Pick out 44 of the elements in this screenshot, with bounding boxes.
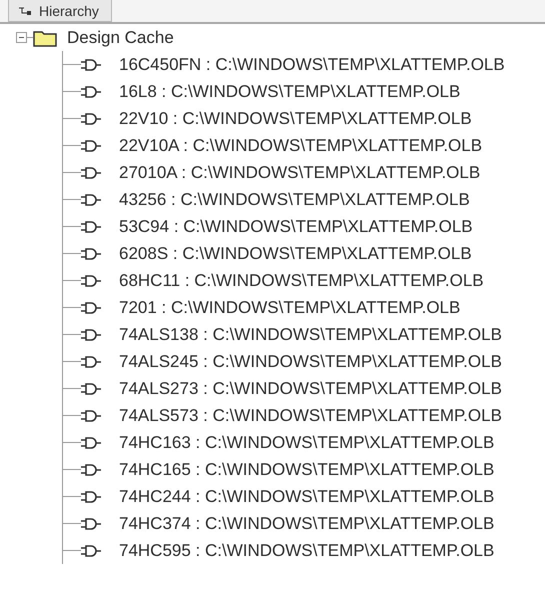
tree-item[interactable]: 74ALS245 : C:\WINDOWS\TEMP\XLATTEMP.OLB bbox=[119, 352, 502, 372]
tree-item[interactable]: 74ALS573 : C:\WINDOWS\TEMP\XLATTEMP.OLB bbox=[119, 406, 502, 426]
gate-icon bbox=[81, 410, 101, 422]
tree-item[interactable]: 27010A : C:\WINDOWS\TEMP\XLATTEMP.OLB bbox=[119, 162, 480, 182]
gate-icon bbox=[81, 464, 101, 476]
gate-icon bbox=[81, 112, 101, 124]
gate-icon bbox=[81, 490, 101, 502]
gate-icon bbox=[81, 328, 101, 340]
gate-icon bbox=[81, 382, 101, 394]
tree-item[interactable]: 16C450FN : C:\WINDOWS\TEMP\XLATTEMP.OLB bbox=[119, 54, 505, 74]
hierarchy-tab[interactable]: Hierarchy bbox=[8, 0, 112, 22]
tree-item[interactable]: 68HC11 : C:\WINDOWS\TEMP\XLATTEMP.OLB bbox=[119, 270, 484, 290]
tree-item[interactable]: 6208S : C:\WINDOWS\TEMP\XLATTEMP.OLB bbox=[119, 244, 472, 264]
tree-item[interactable]: 53C94 : C:\WINDOWS\TEMP\XLATTEMP.OLB bbox=[119, 216, 473, 236]
gate-icon bbox=[81, 436, 101, 448]
gate-icon bbox=[81, 194, 101, 206]
tree-item[interactable]: 74HC595 : C:\WINDOWS\TEMP\XLATTEMP.OLB bbox=[119, 540, 494, 560]
gate-icon bbox=[81, 544, 101, 556]
minus-icon bbox=[18, 34, 25, 41]
tree-item[interactable]: 74HC165 : C:\WINDOWS\TEMP\XLATTEMP.OLB bbox=[119, 460, 494, 480]
hierarchy-icon bbox=[19, 6, 31, 14]
gate-icon bbox=[81, 248, 101, 260]
tree-item[interactable]: 22V10 : C:\WINDOWS\TEMP\XLATTEMP.OLB bbox=[119, 108, 472, 128]
tree-item[interactable]: 74HC244 : C:\WINDOWS\TEMP\XLATTEMP.OLB bbox=[119, 486, 494, 506]
tree-item[interactable]: 74HC374 : C:\WINDOWS\TEMP\XLATTEMP.OLB bbox=[119, 514, 494, 534]
gate-icon bbox=[81, 166, 101, 178]
tree-item[interactable]: 74ALS138 : C:\WINDOWS\TEMP\XLATTEMP.OLB bbox=[119, 324, 502, 344]
gate-icon bbox=[81, 140, 101, 152]
tree-item[interactable]: 74HC163 : C:\WINDOWS\TEMP\XLATTEMP.OLB bbox=[119, 432, 494, 452]
tree-item[interactable]: Design Cache bbox=[67, 28, 174, 48]
folder-icon bbox=[33, 28, 57, 46]
collapse-toggle[interactable] bbox=[16, 32, 27, 43]
gate-icon bbox=[81, 220, 101, 232]
gate-icon bbox=[81, 518, 101, 530]
gate-icon bbox=[81, 356, 101, 368]
gate-icon bbox=[81, 86, 101, 98]
tree-item[interactable]: 16L8 : C:\WINDOWS\TEMP\XLATTEMP.OLB bbox=[119, 82, 460, 102]
gate-icon bbox=[81, 58, 101, 70]
gate-icon bbox=[81, 274, 101, 286]
tree-item[interactable]: 74ALS273 : C:\WINDOWS\TEMP\XLATTEMP.OLB bbox=[119, 378, 502, 398]
tree-item[interactable]: 7201 : C:\WINDOWS\TEMP\XLATTEMP.OLB bbox=[119, 298, 460, 318]
gate-icon bbox=[81, 302, 101, 314]
tree-item[interactable]: 43256 : C:\WINDOWS\TEMP\XLATTEMP.OLB bbox=[119, 190, 470, 210]
tree-item[interactable]: 22V10A : C:\WINDOWS\TEMP\XLATTEMP.OLB bbox=[119, 136, 482, 156]
